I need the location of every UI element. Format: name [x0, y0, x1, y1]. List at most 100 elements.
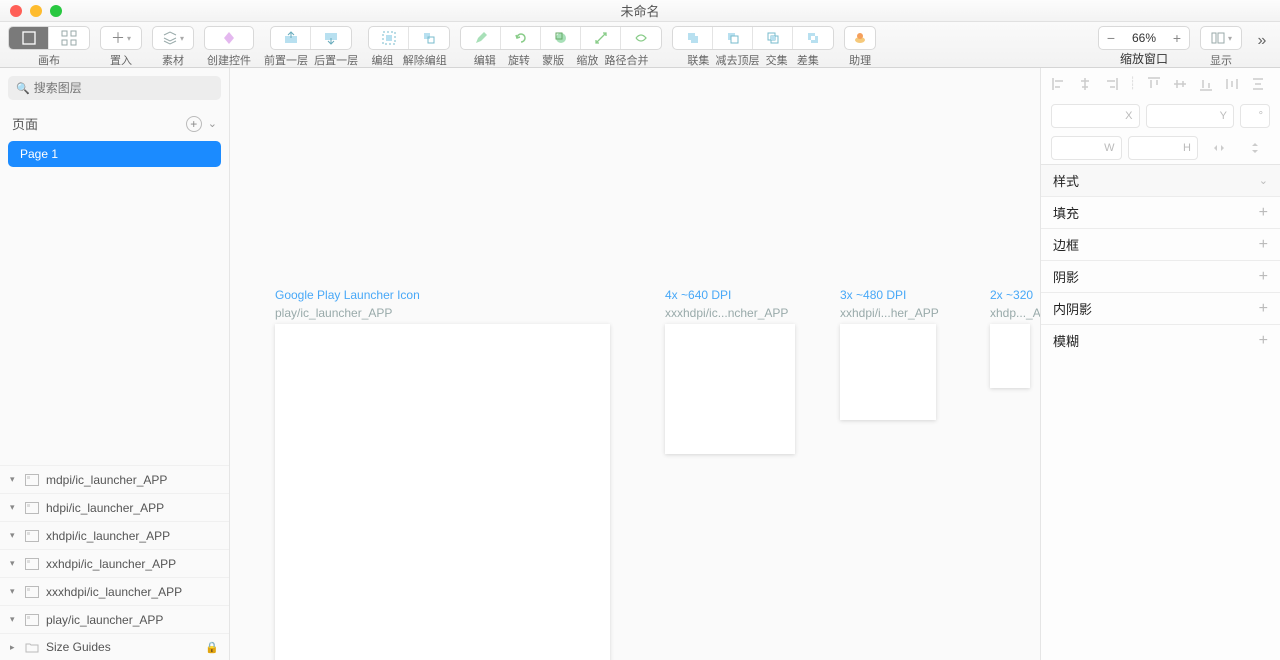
- artboard-xxhdpi[interactable]: 3x ~480 DPI xxhdpi/i...her_APP: [840, 288, 940, 420]
- layer-item[interactable]: ▾play/ic_launcher_APP: [0, 605, 229, 633]
- zoom-value[interactable]: 66%: [1123, 31, 1165, 45]
- canvas-area[interactable]: Google Play Launcher Icon play/ic_launch…: [230, 68, 1040, 660]
- search-input[interactable]: [34, 81, 213, 95]
- layer-item[interactable]: ▾xhdpi/ic_launcher_APP: [0, 521, 229, 549]
- display-button[interactable]: ▾: [1201, 27, 1241, 49]
- folder-icon: [24, 641, 40, 653]
- canvas-group: 画布: [8, 26, 90, 68]
- layers-list: ▾mdpi/ic_launcher_APP ▾hdpi/ic_launcher_…: [0, 465, 229, 660]
- artboard-play[interactable]: Google Play Launcher Icon play/ic_launch…: [275, 288, 610, 660]
- group-button[interactable]: [369, 27, 409, 49]
- titlebar: 未命名: [0, 0, 1280, 22]
- close-window-button[interactable]: [10, 5, 22, 17]
- difference-button[interactable]: [793, 27, 833, 49]
- flip-h-icon[interactable]: [1204, 136, 1234, 160]
- assets-label: 素材: [162, 52, 184, 68]
- layer-item[interactable]: ▾hdpi/ic_launcher_APP: [0, 493, 229, 521]
- add-fill-button[interactable]: +: [1259, 204, 1268, 222]
- canvas-label: 画布: [38, 52, 60, 68]
- h-field[interactable]: H: [1128, 136, 1199, 160]
- backward-button[interactable]: [311, 27, 351, 49]
- union-button[interactable]: [673, 27, 713, 49]
- assistant-label: 助理: [849, 52, 871, 68]
- canvas-single-button[interactable]: [9, 27, 49, 49]
- search-layers[interactable]: 🔍: [8, 76, 221, 100]
- artboard-xxxhdpi[interactable]: 4x ~640 DPI xxxhdpi/ic...ncher_APP: [665, 288, 795, 454]
- add-page-button[interactable]: +: [186, 116, 202, 132]
- inner-shadow-section[interactable]: 内阴影+: [1041, 292, 1280, 324]
- group-group: 编组 解除编组: [368, 26, 450, 68]
- position-row: X Y °: [1041, 100, 1280, 132]
- w-field[interactable]: W: [1051, 136, 1122, 160]
- rotate-button[interactable]: [501, 27, 541, 49]
- add-shadow-button[interactable]: +: [1259, 268, 1268, 286]
- align-top-icon[interactable]: [1146, 76, 1162, 92]
- assistant-group: 助理: [844, 26, 876, 68]
- align-bottom-icon[interactable]: [1198, 76, 1214, 92]
- artboard-icon: [24, 530, 40, 542]
- path-merge-button[interactable]: [621, 27, 661, 49]
- zoom-out-button[interactable]: −: [1099, 30, 1123, 46]
- zoom-in-button[interactable]: +: [1165, 30, 1189, 46]
- edit-button[interactable]: [461, 27, 501, 49]
- layer-item-size-guides[interactable]: ▸Size Guides🔒: [0, 633, 229, 660]
- window-title: 未命名: [620, 1, 659, 20]
- inspector-panel: ┊ X Y ° W H 样式⌄ 填充+ 边框+ 阴影+ 内阴影+ 模糊+: [1040, 68, 1280, 660]
- layer-item[interactable]: ▾xxxhdpi/ic_launcher_APP: [0, 577, 229, 605]
- align-vcenter-icon[interactable]: [1172, 76, 1188, 92]
- chevron-down-icon: ⌄: [1259, 174, 1268, 187]
- assistant-button[interactable]: [845, 27, 875, 49]
- artboard-icon: [24, 614, 40, 626]
- create-widget-button[interactable]: [205, 27, 253, 49]
- shadow-section[interactable]: 阴影+: [1041, 260, 1280, 292]
- page-item-1[interactable]: Page 1: [8, 141, 221, 167]
- boolean-label: 联集 减去顶层 交集 差集: [687, 52, 818, 68]
- assets-group: ▾ 素材: [152, 26, 194, 68]
- create-widget-label: 创建控件: [207, 52, 251, 68]
- minimize-window-button[interactable]: [30, 5, 42, 17]
- artboard-xhdpi[interactable]: 2x ~320 xhdp..._A: [990, 288, 1040, 388]
- y-field[interactable]: Y: [1146, 104, 1235, 128]
- left-sidebar: 🔍 页面 + ⌄ Page 1 ▾mdpi/ic_launcher_APP ▾h…: [0, 68, 230, 660]
- align-row: ┊: [1041, 68, 1280, 100]
- insert-button[interactable]: ＋▾: [101, 27, 141, 49]
- angle-field[interactable]: °: [1240, 104, 1270, 128]
- flip-v-icon[interactable]: [1240, 136, 1270, 160]
- search-icon: 🔍: [16, 82, 30, 95]
- add-inner-shadow-button[interactable]: +: [1259, 300, 1268, 318]
- subtract-button[interactable]: [713, 27, 753, 49]
- layer-item[interactable]: ▾mdpi/ic_launcher_APP: [0, 465, 229, 493]
- border-section[interactable]: 边框+: [1041, 228, 1280, 260]
- add-blur-button[interactable]: +: [1259, 332, 1268, 350]
- zoom-group: − 66% + 缩放窗口: [1098, 26, 1190, 67]
- style-section[interactable]: 样式⌄: [1041, 164, 1280, 196]
- distribute-h-icon[interactable]: [1224, 76, 1240, 92]
- distribute-v-icon[interactable]: [1250, 76, 1266, 92]
- toolbar: 画布 ＋▾ 置入 ▾ 素材 创建控件 前置一层 后置一层 编组 解除编组: [0, 22, 1280, 68]
- maximize-window-button[interactable]: [50, 5, 62, 17]
- size-row: W H: [1041, 132, 1280, 164]
- artboard-icon: [24, 558, 40, 570]
- assets-button[interactable]: ▾: [153, 27, 193, 49]
- artboard-icon: [24, 586, 40, 598]
- pages-collapse-button[interactable]: ⌄: [208, 117, 217, 130]
- group-label: 编组 解除编组: [372, 52, 447, 68]
- canvas-grid-button[interactable]: [49, 27, 89, 49]
- forward-button[interactable]: [271, 27, 311, 49]
- boolean-group: 联集 减去顶层 交集 差集: [672, 26, 834, 68]
- align-left-icon[interactable]: [1051, 76, 1067, 92]
- intersect-button[interactable]: [753, 27, 793, 49]
- align-right-icon[interactable]: [1103, 76, 1119, 92]
- toolbar-overflow[interactable]: »: [1252, 26, 1272, 50]
- insert-label: 置入: [110, 52, 132, 68]
- fill-section[interactable]: 填充+: [1041, 196, 1280, 228]
- ungroup-button[interactable]: [409, 27, 449, 49]
- edit-tools-group: 编辑 旋转 蒙版 缩放 路径合并: [460, 26, 662, 68]
- align-hcenter-icon[interactable]: [1077, 76, 1093, 92]
- layer-item[interactable]: ▾xxhdpi/ic_launcher_APP: [0, 549, 229, 577]
- mask-button[interactable]: [541, 27, 581, 49]
- blur-section[interactable]: 模糊+: [1041, 324, 1280, 356]
- x-field[interactable]: X: [1051, 104, 1140, 128]
- scale-button[interactable]: [581, 27, 621, 49]
- add-border-button[interactable]: +: [1259, 236, 1268, 254]
